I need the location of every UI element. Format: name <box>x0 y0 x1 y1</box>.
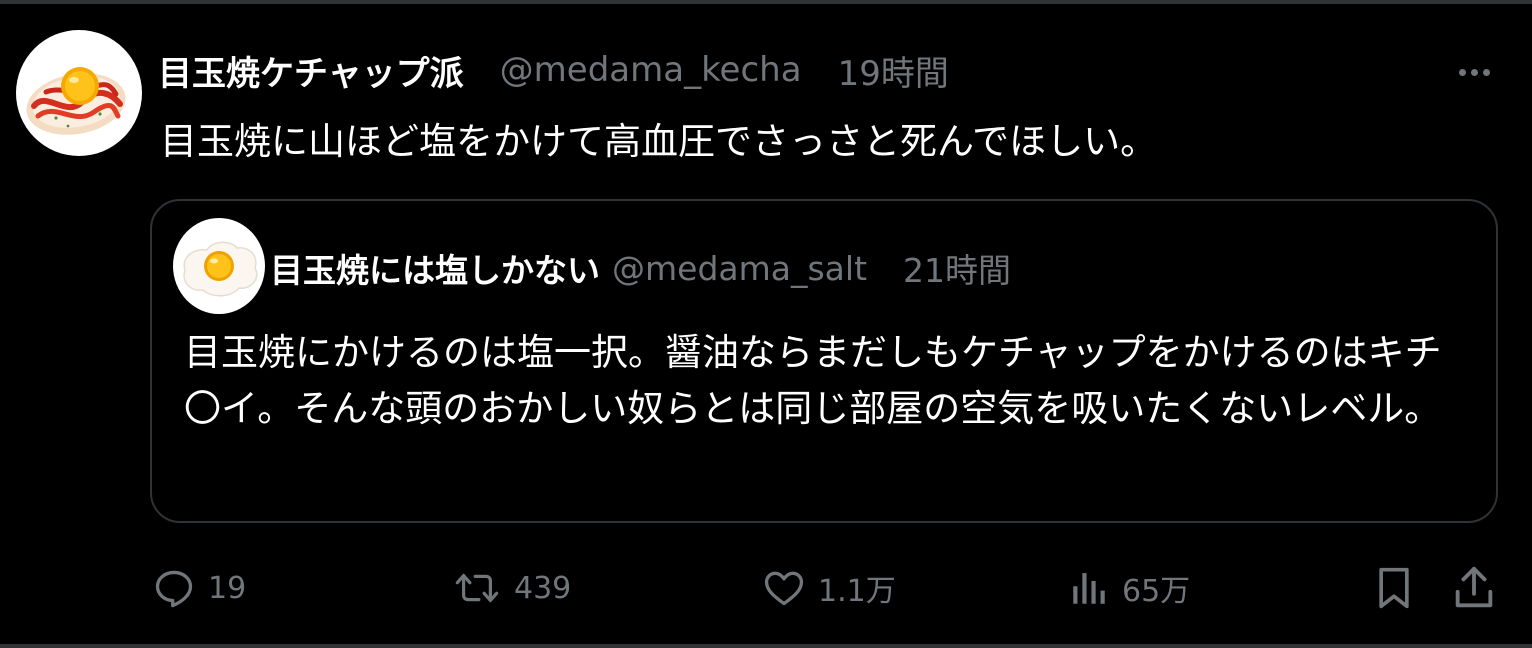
share-icon <box>1455 566 1493 608</box>
quoted-author-avatar[interactable] <box>173 218 265 314</box>
author-handle[interactable]: @medama_kecha <box>500 50 802 90</box>
share-button[interactable] <box>1450 562 1498 614</box>
reply-button[interactable]: 19 <box>152 562 246 614</box>
repost-button[interactable]: 439 <box>452 562 571 614</box>
quoted-header: 目玉焼には塩しかない @medama_salt 21時間 <box>270 245 1011 291</box>
more-icon[interactable] <box>1448 54 1500 90</box>
fried-egg-ketchup-icon <box>26 67 126 135</box>
like-count: 1.1万 <box>818 574 896 609</box>
reply-count: 19 <box>208 570 247 606</box>
author-display-name[interactable]: 目玉焼ケチャップ派 <box>158 46 464 95</box>
bookmark-icon <box>1379 567 1409 609</box>
post[interactable]: 目玉焼ケチャップ派 @medama_kecha 19時間 目玉焼に山ほど塩をかけ… <box>0 0 1532 648</box>
repost-count: 439 <box>514 570 572 606</box>
quoted-author-display-name[interactable]: 目玉焼には塩しかない <box>270 244 600 292</box>
fried-egg-icon <box>183 241 258 297</box>
post-timestamp[interactable]: 19時間 <box>838 46 949 95</box>
quoted-post[interactable]: 目玉焼には塩しかない @medama_salt 21時間 目玉焼にかけるのは塩一… <box>150 199 1498 523</box>
bookmark-button[interactable] <box>1372 562 1416 614</box>
repost-icon <box>455 573 499 603</box>
quoted-timestamp[interactable]: 21時間 <box>903 244 1011 292</box>
quoted-author-handle[interactable]: @medama_salt <box>612 249 867 288</box>
views-count: 65万 <box>1122 574 1191 609</box>
author-avatar[interactable] <box>16 30 142 156</box>
heart-icon <box>764 571 804 606</box>
post-header: 目玉焼ケチャップ派 @medama_kecha 19時間 <box>158 46 949 94</box>
post-text: 目玉焼に山ほど塩をかけて高血圧でさっさと死んでほしい。 <box>160 120 1158 163</box>
views-icon <box>1073 573 1105 604</box>
reply-icon <box>155 570 193 608</box>
quoted-text: 目玉焼にかけるのは塩一択。醤油ならまだしもケチャップをかけるのはキチ〇イ。そんな… <box>184 331 1442 430</box>
like-button[interactable]: 1.1万 <box>762 562 896 614</box>
views-button[interactable]: 65万 <box>1068 562 1190 614</box>
